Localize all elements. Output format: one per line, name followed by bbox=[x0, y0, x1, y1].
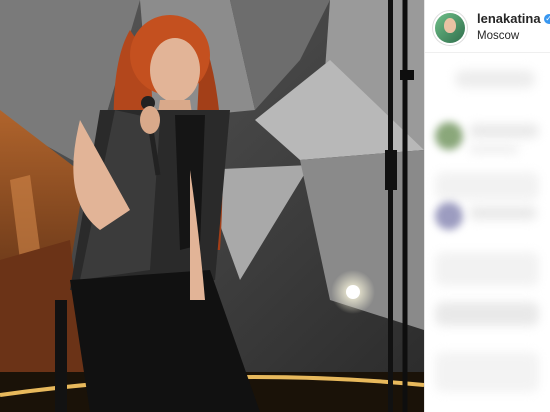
post-header: lenakatina ✓ Moscow bbox=[425, 0, 550, 44]
user-info: lenakatina ✓ Moscow bbox=[477, 12, 550, 43]
username-row: lenakatina ✓ bbox=[477, 12, 550, 26]
blurred-avatar bbox=[435, 202, 463, 230]
username-link[interactable]: lenakatina bbox=[477, 12, 541, 26]
instagram-post: lenakatina ✓ Moscow bbox=[0, 0, 550, 412]
blurred-text bbox=[435, 352, 539, 392]
concert-photo-graphic bbox=[0, 0, 424, 412]
verified-badge-icon: ✓ bbox=[543, 14, 550, 24]
blurred-text bbox=[435, 302, 539, 326]
post-sidebar: lenakatina ✓ Moscow bbox=[424, 0, 550, 412]
post-photo[interactable] bbox=[0, 0, 424, 412]
blurred-text bbox=[469, 124, 539, 138]
blurred-text bbox=[469, 206, 537, 220]
blurred-text bbox=[435, 172, 539, 200]
blurred-text bbox=[455, 70, 535, 88]
blurred-text bbox=[435, 252, 539, 286]
blurred-text bbox=[469, 144, 519, 154]
blurred-avatar bbox=[435, 122, 463, 150]
comments-area-blurred bbox=[425, 52, 550, 412]
avatar[interactable] bbox=[435, 13, 465, 43]
location-link[interactable]: Moscow bbox=[477, 29, 550, 43]
